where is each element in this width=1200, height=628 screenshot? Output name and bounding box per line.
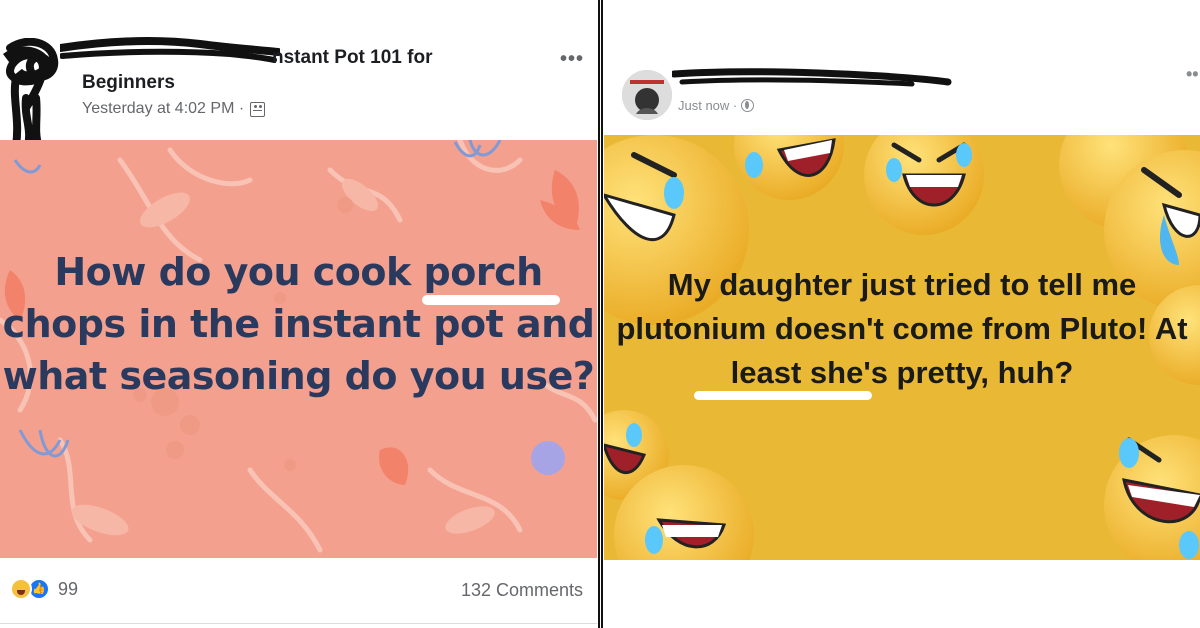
highlight-underline bbox=[422, 295, 560, 305]
globe-icon bbox=[741, 99, 755, 112]
left-post: nstant Pot 101 for Beginners Yesterday a… bbox=[0, 0, 597, 628]
post-meta: Yesterday at 4:02 PM · bbox=[82, 100, 266, 118]
panel-divider bbox=[597, 0, 604, 628]
post-timestamp[interactable]: Just now · bbox=[678, 98, 737, 113]
post-footer: 👍 99 132 Comments bbox=[0, 558, 597, 628]
group-name-continued[interactable]: Beginners bbox=[82, 72, 175, 94]
group-icon bbox=[250, 101, 266, 117]
post-body-text: How do you cook porch chops in the insta… bbox=[2, 250, 595, 398]
reactions-summary[interactable]: 👍 99 bbox=[10, 578, 78, 600]
avatar-image bbox=[622, 70, 672, 120]
haha-icon bbox=[10, 578, 32, 600]
highlight-underline bbox=[694, 391, 872, 400]
redacted-name bbox=[60, 37, 280, 63]
post-meta: Just now · bbox=[678, 98, 755, 113]
more-options-icon[interactable]: ••• bbox=[560, 48, 584, 71]
post-card: My daughter just tried to tell me pluton… bbox=[604, 135, 1200, 560]
post-body-text: My daughter just tried to tell me pluton… bbox=[616, 267, 1188, 390]
footer-divider bbox=[0, 623, 597, 624]
post-timestamp[interactable]: Yesterday at 4:02 PM · bbox=[82, 100, 244, 118]
post-header: Just now · •• bbox=[604, 0, 1200, 135]
group-name[interactable]: nstant Pot 101 for bbox=[272, 47, 432, 69]
redacted-name bbox=[672, 68, 952, 87]
comments-count[interactable]: 132 Comments bbox=[461, 580, 583, 601]
post-header: nstant Pot 101 for Beginners Yesterday a… bbox=[0, 0, 597, 148]
more-options-icon[interactable]: •• bbox=[1186, 64, 1199, 85]
post-card: How do you cook porch chops in the insta… bbox=[0, 140, 597, 558]
right-post: Just now · •• My daughter just tried to … bbox=[604, 0, 1200, 628]
reaction-count: 99 bbox=[58, 578, 79, 599]
avatar[interactable] bbox=[622, 70, 672, 120]
